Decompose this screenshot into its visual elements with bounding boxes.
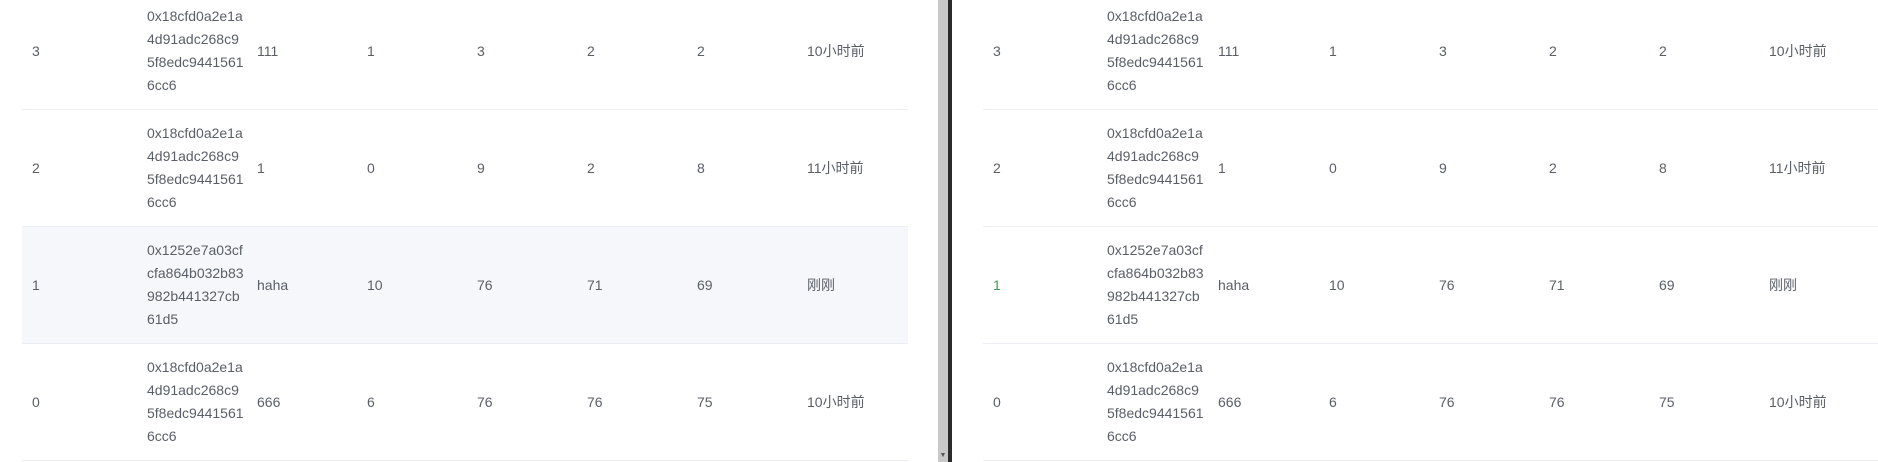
value-cell-2: 3 (477, 43, 485, 59)
scroll-down-arrow-icon[interactable]: ▼ (939, 452, 947, 460)
value-cell-1: 6 (367, 394, 375, 410)
id-cell: 0 (32, 394, 40, 410)
table-row[interactable]: 3 0x18cfd0a2e1a4d91adc268c95f8edc9441561… (983, 0, 1878, 110)
value-cell-1: 1 (367, 43, 375, 59)
name-cell: 1 (1218, 160, 1226, 176)
id-cell: 3 (993, 43, 1001, 59)
value-cell-3: 71 (1549, 277, 1565, 293)
value-cell-4: 69 (697, 277, 713, 293)
table-row[interactable]: 3 0x18cfd0a2e1a4d91adc268c95f8edc9441561… (22, 0, 908, 110)
value-cell-4: 2 (697, 43, 705, 59)
value-cell-2: 76 (477, 394, 493, 410)
value-cell-1: 10 (367, 277, 383, 293)
time-cell: 10小时前 (1769, 394, 1827, 410)
value-cell-3: 71 (587, 277, 603, 293)
value-cell-3: 76 (1549, 394, 1565, 410)
id-cell: 1 (993, 277, 1001, 293)
hash-cell: 0x1252e7a03cfcfa864b032b83982b441327cb61… (1107, 242, 1204, 327)
value-cell-3: 2 (1549, 43, 1557, 59)
name-cell: 111 (1218, 43, 1240, 59)
name-cell: haha (257, 277, 289, 293)
name-cell: haha (1218, 277, 1250, 293)
value-cell-3: 2 (1549, 160, 1557, 176)
table-row[interactable]: 2 0x18cfd0a2e1a4d91adc268c95f8edc9441561… (22, 110, 908, 227)
value-cell-2: 9 (477, 160, 485, 176)
time-cell: 刚刚 (1769, 277, 1797, 293)
name-cell: 666 (257, 394, 281, 410)
time-cell: 10小时前 (1769, 43, 1827, 59)
value-cell-4: 75 (1659, 394, 1675, 410)
time-cell: 10小时前 (807, 43, 865, 59)
value-cell-4: 69 (1659, 277, 1675, 293)
left-data-table: 3 0x18cfd0a2e1a4d91adc268c95f8edc9441561… (22, 0, 908, 461)
id-cell: 2 (32, 160, 40, 176)
id-cell: 3 (32, 43, 40, 59)
name-cell: 1 (257, 160, 265, 176)
time-cell: 11小时前 (1769, 160, 1826, 176)
right-pane: 3 0x18cfd0a2e1a4d91adc268c95f8edc9441561… (956, 0, 1878, 462)
hash-cell: 0x18cfd0a2e1a4d91adc268c95f8edc94415616c… (147, 359, 244, 444)
id-cell: 1 (32, 277, 40, 293)
time-cell: 刚刚 (807, 277, 835, 293)
name-cell: 666 (1218, 394, 1242, 410)
table-row-hovered[interactable]: 1 0x1252e7a03cfcfa864b032b83982b441327cb… (22, 227, 908, 344)
value-cell-3: 2 (587, 43, 595, 59)
time-cell: 11小时前 (807, 160, 864, 176)
value-cell-2: 9 (1439, 160, 1447, 176)
table-row[interactable]: 2 0x18cfd0a2e1a4d91adc268c95f8edc9441561… (983, 110, 1878, 227)
vertical-scrollbar[interactable] (938, 0, 948, 462)
value-cell-2: 3 (1439, 43, 1447, 59)
hash-cell: 0x18cfd0a2e1a4d91adc268c95f8edc94415616c… (1107, 125, 1204, 210)
split-view: 3 0x18cfd0a2e1a4d91adc268c95f8edc9441561… (0, 0, 1878, 462)
id-cell: 0 (993, 394, 1001, 410)
value-cell-3: 2 (587, 160, 595, 176)
hash-cell: 0x18cfd0a2e1a4d91adc268c95f8edc94415616c… (147, 8, 244, 93)
value-cell-1: 0 (367, 160, 375, 176)
hash-cell: 0x18cfd0a2e1a4d91adc268c95f8edc94415616c… (1107, 359, 1204, 444)
value-cell-1: 1 (1329, 43, 1337, 59)
value-cell-2: 76 (477, 277, 493, 293)
time-cell: 10小时前 (807, 394, 865, 410)
table-row[interactable]: 0 0x18cfd0a2e1a4d91adc268c95f8edc9441561… (983, 344, 1878, 461)
hash-cell: 0x18cfd0a2e1a4d91adc268c95f8edc94415616c… (147, 125, 244, 210)
value-cell-4: 75 (697, 394, 713, 410)
table-row[interactable]: 0 0x18cfd0a2e1a4d91adc268c95f8edc9441561… (22, 344, 908, 461)
hash-cell: 0x18cfd0a2e1a4d91adc268c95f8edc94415616c… (1107, 8, 1204, 93)
value-cell-4: 8 (1659, 160, 1667, 176)
name-cell: 111 (257, 43, 279, 59)
value-cell-1: 10 (1329, 277, 1345, 293)
value-cell-1: 0 (1329, 160, 1337, 176)
value-cell-4: 2 (1659, 43, 1667, 59)
value-cell-2: 76 (1439, 394, 1455, 410)
table-row[interactable]: 1 0x1252e7a03cfcfa864b032b83982b441327cb… (983, 227, 1878, 344)
value-cell-3: 76 (587, 394, 603, 410)
id-cell: 2 (993, 160, 1001, 176)
left-pane: 3 0x18cfd0a2e1a4d91adc268c95f8edc9441561… (0, 0, 938, 462)
hash-cell: 0x1252e7a03cfcfa864b032b83982b441327cb61… (147, 242, 244, 327)
value-cell-4: 8 (697, 160, 705, 176)
value-cell-2: 76 (1439, 277, 1455, 293)
right-data-table: 3 0x18cfd0a2e1a4d91adc268c95f8edc9441561… (983, 0, 1878, 461)
value-cell-1: 6 (1329, 394, 1337, 410)
